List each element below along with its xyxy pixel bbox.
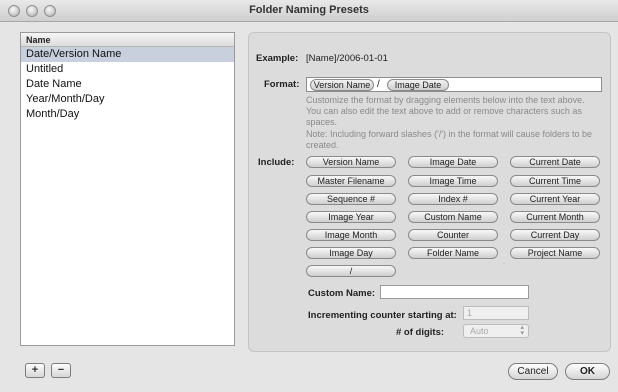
list-item[interactable]: Year/Month/Day [21, 92, 234, 107]
example-label: Example: [256, 53, 299, 64]
include-chip[interactable]: Counter [408, 229, 498, 241]
include-chip[interactable]: Image Date [408, 156, 498, 168]
add-preset-button[interactable]: + [25, 363, 45, 378]
digits-value: Auto [470, 326, 489, 336]
include-chip[interactable]: Current Date [510, 156, 600, 168]
format-token[interactable]: Version Name [310, 79, 374, 91]
format-field[interactable]: Version Name / Image Date [306, 77, 602, 92]
list-item[interactable]: Untitled [21, 62, 234, 77]
include-chip[interactable]: Image Day [306, 247, 396, 259]
include-chip-slash[interactable]: / [306, 265, 396, 277]
include-chip[interactable]: Current Year [510, 193, 600, 205]
include-label: Include: [258, 157, 295, 168]
include-chip[interactable]: Image Time [408, 175, 498, 187]
updown-arrows-icon: ▴ ▾ [520, 324, 524, 337]
counter-label: Incrementing counter starting at: [308, 310, 457, 321]
include-chip[interactable]: Master Filename [306, 175, 396, 187]
include-chip[interactable]: Current Day [510, 229, 600, 241]
include-chip[interactable]: Current Time [510, 175, 600, 187]
include-chip[interactable]: Sequence # [306, 193, 396, 205]
digits-label: # of digits: [396, 327, 445, 338]
custom-name-label: Custom Name: [308, 288, 376, 299]
include-chip[interactable]: Project Name [510, 247, 600, 259]
format-token[interactable]: Image Date [387, 79, 449, 91]
list-item[interactable]: Date Name [21, 77, 234, 92]
example-value: [Name]/2006-01-01 [306, 53, 388, 64]
digits-popup[interactable]: Auto ▴ ▾ [463, 324, 529, 338]
format-note-text: Note: Including forward slashes ('/') in… [306, 129, 593, 150]
include-chip[interactable]: Image Year [306, 211, 396, 223]
format-label: Format: [264, 79, 300, 90]
cancel-button[interactable]: Cancel [508, 363, 558, 380]
custom-name-input[interactable] [380, 285, 529, 299]
title-bar: Folder Naming Presets [0, 0, 618, 22]
include-chip[interactable]: Index # [408, 193, 498, 205]
remove-preset-button[interactable]: − [51, 363, 71, 378]
ok-button[interactable]: OK [565, 363, 610, 380]
list-item[interactable]: Date/Version Name [21, 47, 234, 62]
include-chip[interactable]: Version Name [306, 156, 396, 168]
counter-start-input[interactable]: 1 [463, 306, 529, 320]
list-item[interactable]: Month/Day [21, 107, 234, 122]
format-help-text: Customize the format by dragging element… [306, 95, 585, 127]
include-chip[interactable]: Custom Name [408, 211, 498, 223]
include-chip[interactable]: Image Month [306, 229, 396, 241]
window-title: Folder Naming Presets [249, 4, 369, 16]
include-chip[interactable]: Folder Name [408, 247, 498, 259]
format-separator: / [377, 79, 380, 90]
list-header-name[interactable]: Name [21, 33, 234, 47]
include-chip[interactable]: Current Month [510, 211, 600, 223]
preset-list[interactable]: Name Date/Version Name Untitled Date Nam… [20, 32, 235, 346]
